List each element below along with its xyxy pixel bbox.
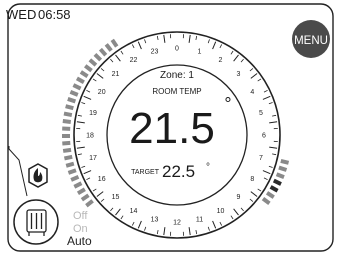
hour-label: 0 [175,46,179,53]
target-temperature-degree: ° [206,162,210,173]
hour-label: 13 [151,217,159,224]
schedule-segment [62,126,71,131]
hour-label: 12 [173,220,181,227]
hour-label: 4 [250,89,254,96]
hour-label: 21 [112,71,120,78]
menu-label: MENU [294,35,328,47]
thermostat-screen: WED 06:58 MENU 0 123456789101112131415161… [6,3,334,252]
hour-label: 1 [198,49,202,56]
hour-label: 3 [237,71,241,78]
hour-label: 16 [98,176,106,183]
hour-label: 7 [259,155,263,162]
hour-label: 6 [262,133,266,140]
header-time: 06:58 [38,7,71,22]
mode-auto[interactable]: Auto [67,234,92,248]
schedule-segment [61,133,71,139]
zone-label: Zone: 1 [160,70,194,81]
target-temperature[interactable]: 22.5 [162,162,195,181]
hour-label: 8 [250,176,254,183]
hour-label: 5 [259,110,263,117]
header-day: WED [6,7,36,22]
current-temperature-degree: ° [224,94,231,114]
schedule-segment [62,140,71,146]
target-label: TARGET [131,169,160,176]
radiator-button[interactable] [13,199,59,245]
mode-off[interactable]: Off [73,210,88,222]
menu-button[interactable]: MENU [292,20,330,58]
current-temperature: 21.5 [129,104,215,153]
room-temp-label: ROOM TEMP [152,87,201,96]
flame-button[interactable] [28,163,48,188]
hour-label: 22 [130,57,138,64]
hour-label: 20 [98,89,106,96]
hour-label: 17 [89,155,97,162]
hour-label: 11 [196,217,203,224]
hour-label: 18 [86,133,94,140]
hour-label: 10 [217,208,225,215]
hour-label: 9 [237,194,241,201]
hour-label: 19 [89,110,97,117]
hour-label: 2 [219,57,223,64]
hour-label: 14 [130,208,138,215]
hour-label: 15 [112,194,120,201]
hour-label: 23 [151,49,159,56]
